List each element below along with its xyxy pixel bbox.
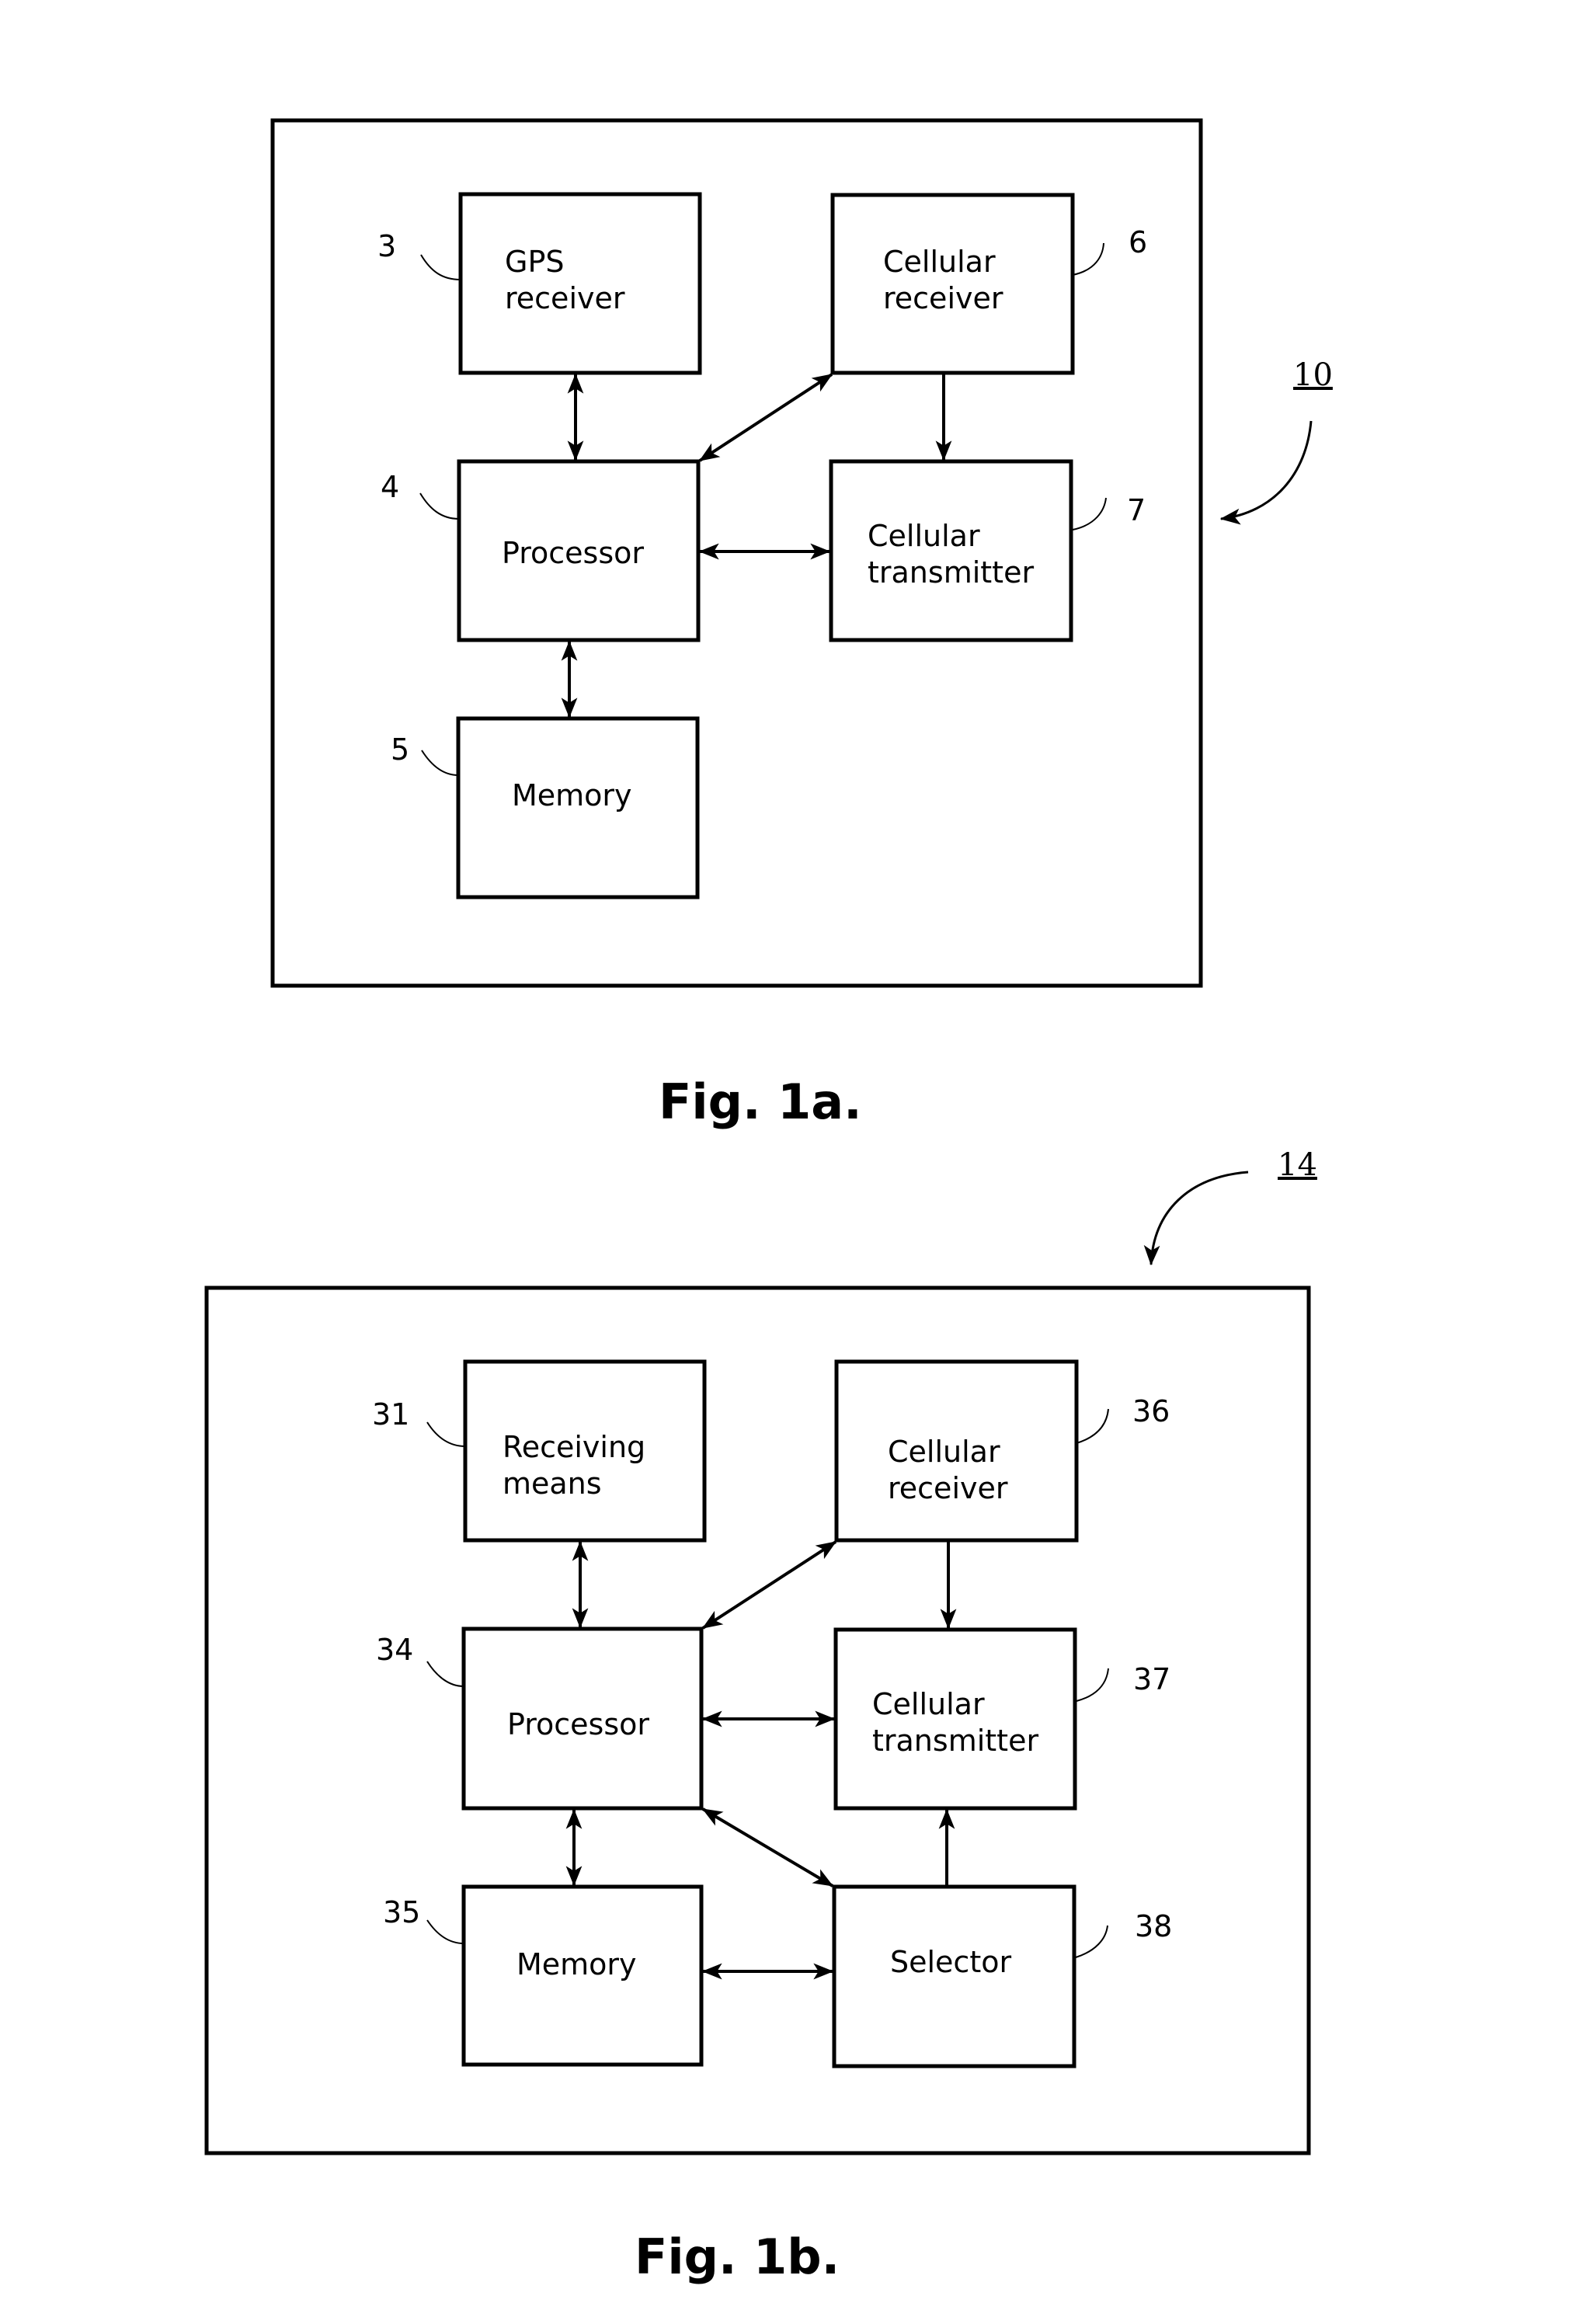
- ref-34-leader-line: [426, 1661, 464, 1687]
- ref-36-label: 36: [1132, 1394, 1170, 1428]
- block-memory: Memory 5: [391, 716, 700, 899]
- figure-1a-caption: Fig. 1a.: [659, 1073, 862, 1130]
- block-gps-receiver: GPS receiver 3: [377, 192, 702, 375]
- cellular-transmitter-label-line2: transmitter: [868, 555, 1034, 590]
- block-memory: Memory 35: [383, 1884, 704, 2067]
- ref-3-leader-line: [420, 254, 461, 280]
- processor-label: Processor: [502, 536, 644, 570]
- ref-38-label: 38: [1135, 1909, 1172, 1943]
- figure-1b-caption: Fig. 1b.: [635, 2228, 840, 2285]
- ref-31-label: 31: [372, 1397, 409, 1432]
- block-cellular-receiver: Cellular receiver 36: [834, 1359, 1170, 1543]
- figure-1a: 10 GPS receiver 3 Cellular receiver 6 Pr…: [270, 118, 1333, 988]
- memory-label: Memory: [512, 778, 632, 812]
- ref-37-label: 37: [1133, 1662, 1170, 1696]
- cellular-receiver-label-line1: Cellular: [883, 245, 996, 279]
- ref-36-leader-line: [1076, 1408, 1109, 1444]
- device-ref-14-arrow-icon: [1143, 1171, 1249, 1266]
- ref-6-leader-line: [1072, 242, 1104, 276]
- cellular-transmitter-label-line1: Cellular: [868, 519, 980, 553]
- ref-35-leader-line: [426, 1919, 464, 1944]
- arrow-processor-cellular-receiver-icon: [698, 373, 833, 462]
- ref-38-leader-line: [1075, 1925, 1108, 1958]
- patent-figure-sheet: 10 GPS receiver 3 Cellular receiver 6 Pr…: [204, 118, 1333, 2285]
- gps-receiver-label-line1: GPS: [505, 245, 564, 279]
- figure-1b: 14 Receiving means 31 Cellular receiver …: [204, 1147, 1317, 2155]
- ref-5-label: 5: [391, 732, 409, 767]
- ref-3-label: 3: [377, 229, 396, 263]
- arrow-processor-selector-icon: [701, 1807, 834, 1887]
- ref-7-label: 7: [1127, 493, 1146, 527]
- ref-6-label: 6: [1129, 225, 1147, 259]
- ref-35-label: 35: [383, 1895, 420, 1929]
- block-cellular-transmitter: Cellular transmitter 7: [829, 459, 1146, 642]
- ref-31-leader-line: [426, 1421, 466, 1447]
- cellular-transmitter-label-line2: transmitter: [872, 1724, 1038, 1758]
- device-ref-10-label: 10: [1293, 357, 1333, 393]
- ref-4-leader-line: [419, 492, 460, 520]
- block-selector: Selector 38: [832, 1884, 1172, 2068]
- device-ref-10-arrow-icon: [1219, 420, 1313, 525]
- device-ref-14-label: 14: [1278, 1147, 1317, 1183]
- block-processor: Processor 34: [376, 1626, 704, 1811]
- arrow-processor-cellular-receiver-icon: [701, 1540, 837, 1630]
- ref-34-label: 34: [376, 1633, 413, 1667]
- receiving-means-label-line1: Receiving: [503, 1430, 645, 1464]
- block-processor: Processor 4: [381, 459, 701, 642]
- cellular-receiver-label-line1: Cellular: [888, 1435, 1000, 1469]
- cellular-receiver-label-line2: receiver: [883, 281, 1003, 315]
- block-cellular-receiver: Cellular receiver 6: [830, 193, 1147, 375]
- ref-7-leader-line: [1072, 497, 1107, 531]
- block-cellular-transmitter: Cellular transmitter 37: [833, 1627, 1170, 1811]
- ref-5-leader-line: [421, 750, 459, 776]
- selector-label: Selector: [890, 1945, 1011, 1979]
- processor-label: Processor: [507, 1707, 649, 1741]
- cellular-transmitter-label-line1: Cellular: [872, 1687, 985, 1721]
- ref-4-label: 4: [381, 470, 399, 504]
- gps-receiver-label-line2: receiver: [505, 281, 625, 315]
- receiving-means-label-line2: means: [503, 1466, 602, 1501]
- memory-label: Memory: [516, 1947, 637, 1981]
- ref-37-leader-line: [1076, 1668, 1109, 1702]
- block-receiving-means: Receiving means 31: [372, 1359, 707, 1543]
- cellular-receiver-label-line2: receiver: [888, 1471, 1008, 1505]
